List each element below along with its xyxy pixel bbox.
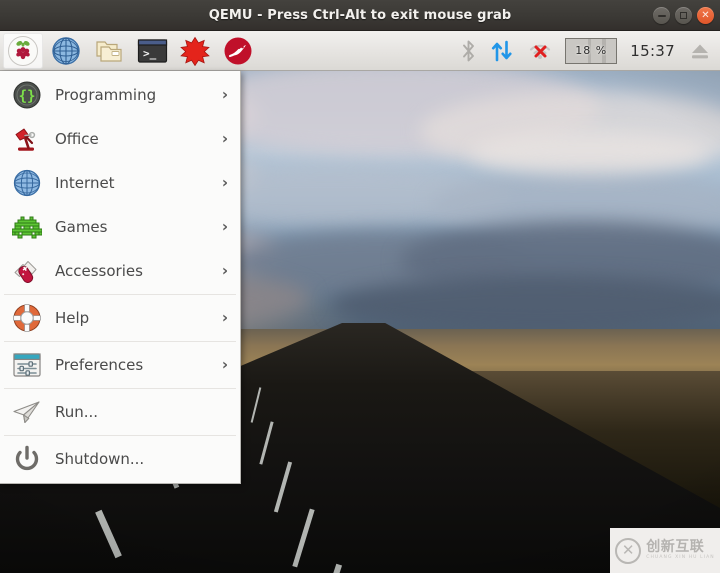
launcher-bar: >_: [0, 32, 258, 69]
lane-dash: [95, 509, 122, 559]
tray-bluetooth[interactable]: [455, 31, 482, 71]
maximize-button[interactable]: [675, 7, 692, 24]
code-braces-icon: {}: [10, 78, 44, 112]
menu-item-label: Internet: [55, 174, 115, 192]
menu-item-label: Help: [55, 309, 90, 327]
launcher-wolfram[interactable]: [218, 33, 258, 69]
cpu-monitor-widget[interactable]: 18 %: [565, 37, 618, 64]
minimize-button[interactable]: [653, 7, 670, 24]
watermark-main-text: 创新互联: [646, 539, 705, 556]
space-invader-icon: [10, 210, 44, 244]
tray-network-activity[interactable]: [484, 31, 520, 71]
menu-item-help[interactable]: Help ›: [0, 296, 240, 340]
edge-line: [315, 563, 343, 573]
watermark-texts: 创新互联 CHUANG XIN HU LIAN: [646, 540, 715, 561]
svg-text:{}: {}: [19, 89, 36, 105]
pocket-knife-icon: [10, 254, 44, 288]
starburst-icon: [180, 36, 210, 66]
lifebuoy-icon: [10, 301, 44, 335]
desk-lamp-icon: [10, 122, 44, 156]
window-title: QEMU - Press Ctrl-Alt to exit mouse grab: [208, 7, 512, 23]
menu-separator: [4, 294, 236, 295]
terminal-icon: >_: [137, 38, 167, 63]
menu-item-accessories[interactable]: Accessories ›: [0, 249, 240, 293]
launcher-file-manager[interactable]: [89, 33, 129, 69]
menu-separator: [4, 341, 236, 342]
launcher-mathematica[interactable]: [175, 33, 215, 69]
chevron-right-icon: ›: [221, 261, 228, 280]
edge-line: [273, 461, 293, 513]
maximize-icon: [680, 12, 687, 19]
launcher-terminal[interactable]: >_: [132, 33, 172, 69]
edge-line: [259, 421, 274, 465]
cpu-usage-text: 18 %: [575, 44, 608, 57]
watermark-sub-text: CHUANG XIN HU LIAN: [646, 555, 715, 561]
chevron-right-icon: ›: [221, 217, 228, 236]
chevron-right-icon: ›: [221, 308, 228, 327]
window-controls: ✕: [653, 0, 714, 31]
power-icon: [10, 442, 44, 476]
tray-eject[interactable]: [684, 31, 716, 71]
network-updown-icon: [492, 40, 512, 61]
launcher-web-browser[interactable]: [46, 33, 86, 69]
application-menu[interactable]: {} Programming › Office › Internet › Gam…: [0, 71, 241, 484]
cloud: [470, 131, 710, 175]
chevron-right-icon: ›: [221, 129, 228, 148]
menu-item-label: Run...: [55, 403, 99, 421]
menu-item-label: Accessories: [55, 262, 143, 280]
menu-item-label: Shutdown...: [55, 450, 145, 468]
menu-item-shutdown[interactable]: Shutdown...: [0, 437, 240, 481]
watermark-logo-icon: ✕: [615, 537, 642, 564]
edge-line: [292, 508, 315, 568]
paper-plane-icon: [10, 395, 44, 429]
wolfram-icon: [224, 37, 252, 64]
wifi-off-icon: [530, 44, 551, 59]
tray-clock[interactable]: 15:37: [624, 31, 682, 71]
folder-icon: [96, 40, 122, 62]
tray-wifi[interactable]: [522, 31, 558, 71]
raspberry-icon: [8, 35, 38, 66]
menu-item-games[interactable]: Games ›: [0, 205, 240, 249]
watermark: ✕ 创新互联 CHUANG XIN HU LIAN: [610, 528, 720, 573]
eject-icon: [692, 44, 708, 58]
sliders-window-icon: [10, 348, 44, 382]
menu-item-run[interactable]: Run...: [0, 390, 240, 434]
bluetooth-icon: [463, 40, 475, 61]
menu-item-label: Programming: [55, 86, 157, 104]
chevron-right-icon: ›: [221, 355, 228, 374]
edge-line: [250, 387, 262, 423]
menu-item-label: Office: [55, 130, 99, 148]
menu-button-raspberry[interactable]: [3, 32, 43, 69]
taskbar-panel: >_ 18 % 15:37: [0, 31, 720, 71]
tray-cpu-monitor[interactable]: 18 %: [560, 31, 622, 71]
minimize-icon: [657, 14, 666, 17]
menu-item-office[interactable]: Office ›: [0, 117, 240, 161]
globe-icon: [52, 36, 80, 65]
globe-icon: [10, 166, 44, 200]
menu-item-label: Games: [55, 218, 108, 236]
menu-item-preferences[interactable]: Preferences ›: [0, 343, 240, 387]
watermark-logo-glyph: ✕: [621, 541, 635, 559]
menu-item-internet[interactable]: Internet ›: [0, 161, 240, 205]
menu-separator: [4, 435, 236, 436]
menu-separator: [4, 388, 236, 389]
window-titlebar: QEMU - Press Ctrl-Alt to exit mouse grab…: [0, 0, 720, 31]
system-tray: 18 % 15:37: [455, 31, 720, 71]
qemu-window: QEMU - Press Ctrl-Alt to exit mouse grab…: [0, 0, 720, 573]
svg-text:>_: >_: [143, 47, 157, 60]
menu-item-programming[interactable]: {} Programming ›: [0, 73, 240, 117]
chevron-right-icon: ›: [221, 173, 228, 192]
close-button[interactable]: ✕: [697, 7, 714, 24]
chevron-right-icon: ›: [221, 85, 228, 104]
menu-item-label: Preferences: [55, 356, 144, 374]
close-icon: ✕: [701, 9, 710, 21]
